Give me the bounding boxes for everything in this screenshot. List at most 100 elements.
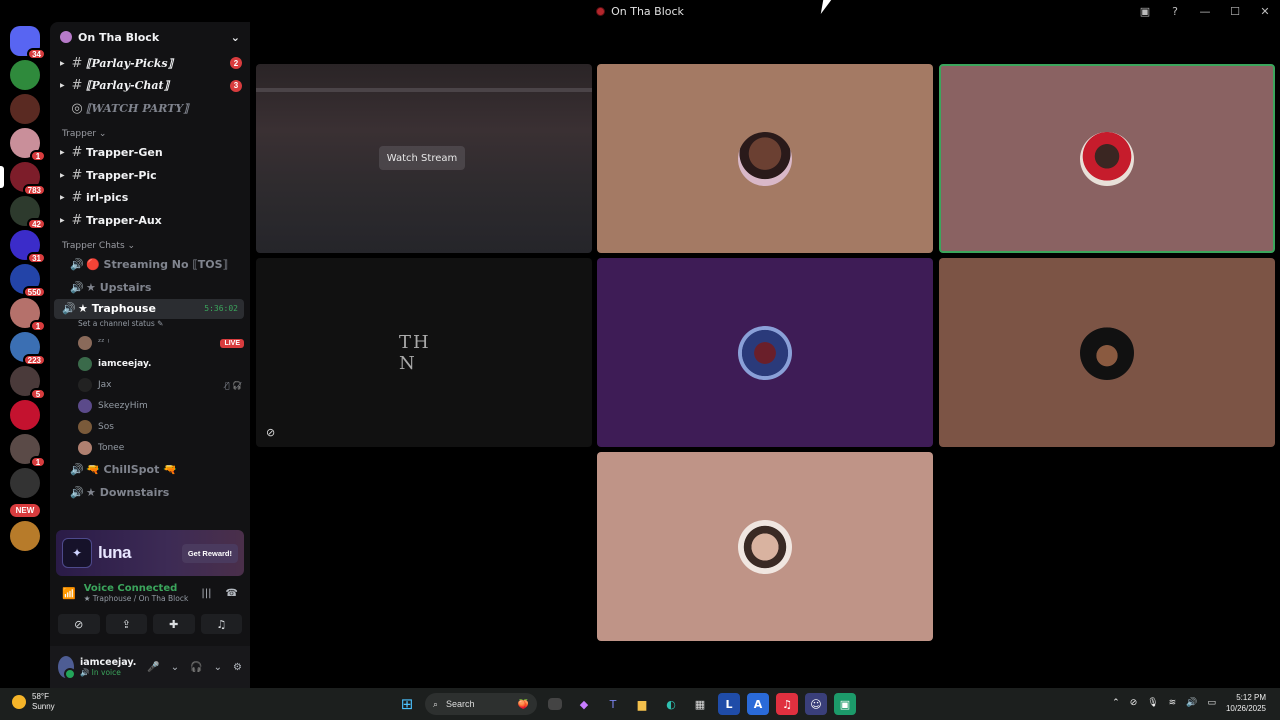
avatar[interactable] [58,656,76,680]
camera-off-button[interactable]: ⊘ [58,614,100,634]
signal-icon[interactable]: 📶 [62,587,76,600]
watch-stream-button[interactable]: Watch Stream [379,146,465,170]
taskbar-search[interactable]: ⌕ Search 🍑 [425,693,537,715]
category-trapper[interactable]: Trapper ⌄ [50,120,250,142]
windows-start-icon[interactable]: ⊞ [396,693,418,715]
voice-user[interactable]: Tonee [50,438,250,459]
weather-widget[interactable]: 58°F Sunny [12,692,55,712]
username[interactable]: iamceejay. [80,657,136,668]
volume-icon[interactable]: 🔊 [1186,698,1197,708]
headphones-icon[interactable]: 🎧 [190,662,202,673]
microphone-icon[interactable]: 🎤 [147,662,159,673]
discord-window: On Tha Block ▣ ? — ☐ ✕ 34 1 783 42 31 550 1 223… [0,0,1280,720]
server-icon[interactable]: 42 [10,196,46,230]
category-label: Trapper ⌄ [62,128,107,139]
server-icon[interactable] [10,94,40,124]
category-label: Trapper Chats ⌄ [62,240,136,251]
participant-tile[interactable] [597,258,933,447]
voice-status-channel[interactable]: ★ Traphouse / On Tha Block [84,594,194,603]
gear-icon[interactable]: ⚙ [233,662,242,673]
inbox-icon[interactable]: ▣ [1130,0,1160,22]
participant-tile[interactable]: TH N ⊘ [256,258,592,447]
category-trapper-chats[interactable]: Trapper Chats ⌄ [50,232,250,254]
server-icon[interactable]: 31 [10,230,46,264]
disconnect-icon[interactable]: ☎ [226,588,238,599]
task-view-icon[interactable] [548,698,562,710]
participant-tile[interactable] [597,452,933,641]
edge-icon[interactable]: ◐ [660,693,682,715]
discord-icon[interactable]: ☺ [805,693,827,715]
chevron-up-icon[interactable]: ⌃ [1112,698,1120,708]
avatar [738,131,792,186]
voice-channel[interactable]: 🔊 ★ Upstairs [50,276,250,299]
text-channel[interactable]: ▶ # ⟦Parlay-Chat⟧ 3 [50,75,250,98]
noise-suppression-icon[interactable]: ||| [201,588,211,599]
close-button[interactable]: ✕ [1250,0,1280,22]
unread-dot-icon: ▶ [60,82,65,90]
text-channel[interactable]: ▶ # Trapper-Aux [50,209,250,232]
stream-tile[interactable]: Watch Stream [256,64,592,253]
mention-badge: 2 [230,57,242,70]
music-icon[interactable]: ♫ [776,693,798,715]
server-icon[interactable] [10,468,40,498]
server-icon[interactable]: 223 [10,332,46,366]
unread-badge: 31 [27,252,46,264]
voice-channel[interactable]: 🔊 🔫 ChillSpot 🔫 [50,459,250,482]
get-reward-button[interactable]: Get Reward! [181,543,238,563]
share-screen-button[interactable]: ⇪ [105,614,147,634]
unread-badge: 1 [30,150,46,162]
server-header[interactable]: On Tha Block ⌄ [50,22,250,52]
maximize-button[interactable]: ☐ [1220,0,1250,22]
chevron-down-icon[interactable]: ⌄ [214,662,222,673]
channel-label: ★ Upstairs [86,280,152,294]
server-icon[interactable]: 5 [10,366,46,400]
server-icon[interactable] [10,521,40,551]
participant-tile[interactable] [939,258,1275,447]
text-channel[interactable]: ▶ # Trapper-Gen [50,142,250,165]
chevron-down-icon[interactable]: ⌄ [171,662,179,673]
participant-tile[interactable] [597,64,933,253]
participant-tile-speaking[interactable] [939,64,1275,253]
voice-user[interactable]: iamceejay. [50,354,250,375]
minimize-button[interactable]: — [1190,0,1220,22]
luna-promo-banner[interactable]: ✦ luna Get Reward! [56,530,244,576]
server-icon[interactable] [10,400,40,430]
voice-user[interactable]: ᶻᶻ ᵎ LIVE [50,333,250,354]
camera-icon[interactable]: ⊘ [1130,698,1138,708]
activities-button[interactable]: ✚ [153,614,195,634]
server-icon[interactable] [10,60,40,90]
app-l-icon[interactable]: L [718,693,740,715]
voice-channel[interactable]: 🔊 ★ Downstairs [50,481,250,504]
store-icon[interactable]: ▦ [689,693,711,715]
channel-status-hint[interactable]: Set a channel status ✎ [50,319,250,331]
copilot-icon[interactable]: ◆ [573,693,595,715]
clock[interactable]: 5:12 PM 10/26/2025 [1226,692,1266,714]
server-icon[interactable]: 783 [0,162,46,196]
channel-label: 🔫 ChillSpot 🔫 [86,463,177,477]
text-channel[interactable]: ▶ # ⟦Parlay-Picks⟧ 2 [50,52,250,75]
text-channel[interactable]: ▶ # irl-pics [50,187,250,210]
voice-user[interactable]: SkeezyHim [50,396,250,417]
server-icon[interactable]: 34 [10,26,46,60]
app-a-icon[interactable]: A [747,693,769,715]
server-icon[interactable]: 550 [10,264,46,298]
file-explorer-icon[interactable]: ▆ [631,693,653,715]
text-channel[interactable]: ◎ ⟦WATCH PARTY⟧ [50,97,250,120]
wifi-icon[interactable]: ≋ [1169,698,1177,708]
server-icon[interactable]: 1 [10,434,46,468]
text-channel[interactable]: ▶ # Trapper-Pic [50,164,250,187]
microphone-icon[interactable]: 🎙 [1147,698,1158,708]
battery-icon[interactable]: ▭ [1207,698,1216,708]
green-app-icon[interactable]: ▣ [834,693,856,715]
help-icon[interactable]: ? [1160,0,1190,22]
voice-channel[interactable]: 🔊 🔴 Streaming No ⟦TOS⟧ [50,254,250,277]
new-servers-pill[interactable]: NEW [9,504,41,517]
hash-icon: # [71,78,83,94]
server-icon[interactable]: 1 [10,128,46,162]
voice-user[interactable]: Jax 🎙̸ 🎧̸ [50,375,250,396]
soundboard-button[interactable]: ♫ [200,614,242,634]
server-icon[interactable]: 1 [10,298,46,332]
voice-user[interactable]: Sos [50,417,250,438]
teams-icon[interactable]: T [602,693,624,715]
voice-channel-traphouse[interactable]: 🔊 ★ Traphouse 5:36:02 [54,298,244,319]
